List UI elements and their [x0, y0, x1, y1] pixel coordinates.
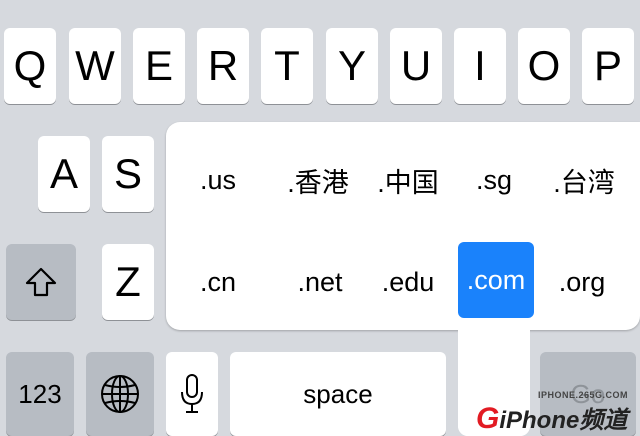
- space-key-label: space: [303, 379, 373, 409]
- key-q[interactable]: Q: [4, 28, 56, 104]
- domain-option-sg[interactable]: .sg: [456, 142, 532, 218]
- key-label: O: [527, 42, 561, 89]
- globe-icon: [99, 373, 141, 415]
- domain-option-net[interactable]: .net: [282, 244, 358, 320]
- key-w[interactable]: W: [69, 28, 121, 104]
- domain-option-org[interactable]: .org: [544, 244, 620, 320]
- domain-option-label: .com: [466, 264, 526, 295]
- key-label: Y: [337, 42, 366, 89]
- key-e[interactable]: E: [133, 28, 185, 104]
- domain-option-label: .sg: [475, 164, 513, 195]
- shift-key[interactable]: [6, 244, 76, 320]
- domain-option-edu[interactable]: .edu: [370, 244, 446, 320]
- domain-option-us[interactable]: .us: [180, 142, 256, 218]
- key-t[interactable]: T: [261, 28, 313, 104]
- domain-option-label: .edu: [381, 266, 435, 297]
- key-a[interactable]: A: [38, 136, 90, 212]
- domain-option-label: .中国: [377, 167, 439, 198]
- domain-option-com-selected[interactable]: .com: [458, 242, 534, 318]
- key-p[interactable]: P: [582, 28, 634, 104]
- microphone-icon: [179, 372, 205, 416]
- keyboard: Q W E R T Y U I O P A S Z 123 space Go .…: [0, 0, 640, 436]
- key-z[interactable]: Z: [102, 244, 154, 320]
- key-label: R: [207, 42, 239, 89]
- dictation-key[interactable]: [166, 352, 218, 436]
- key-r[interactable]: R: [197, 28, 249, 104]
- domain-option-label: .cn: [199, 266, 237, 297]
- domain-option-label: .net: [297, 266, 343, 297]
- key-s[interactable]: S: [102, 136, 154, 212]
- key-label: T: [274, 42, 300, 89]
- domain-option-label: .org: [558, 266, 606, 297]
- numbers-key[interactable]: 123: [6, 352, 74, 436]
- numbers-key-label: 123: [18, 379, 62, 409]
- domain-option-label: .香港: [287, 167, 349, 198]
- key-label: W: [75, 42, 115, 89]
- watermark: IPHONE.265G.COM GiPhone频道: [472, 388, 636, 436]
- domain-option-label: .us: [199, 164, 237, 195]
- key-y[interactable]: Y: [326, 28, 378, 104]
- domain-option-label: .台湾: [553, 167, 615, 198]
- key-label: U: [400, 42, 432, 89]
- domain-option-cn-zh[interactable]: .中国: [370, 142, 446, 218]
- key-o[interactable]: O: [518, 28, 570, 104]
- key-label: Z: [115, 258, 141, 305]
- shift-icon: [24, 266, 58, 298]
- key-label: S: [113, 150, 142, 197]
- domain-option-tw[interactable]: .台湾: [546, 142, 622, 218]
- domain-option-cn[interactable]: .cn: [180, 244, 256, 320]
- watermark-brand-g: G: [476, 402, 500, 435]
- watermark-brand: GiPhone频道: [476, 400, 627, 436]
- key-i[interactable]: I: [454, 28, 506, 104]
- watermark-url: IPHONE.265G.COM: [537, 390, 628, 400]
- key-label: Q: [13, 42, 47, 89]
- domain-option-hk[interactable]: .香港: [280, 142, 356, 218]
- key-label: I: [474, 42, 486, 89]
- space-key[interactable]: space: [230, 352, 446, 436]
- key-label: E: [144, 42, 173, 89]
- key-label: A: [49, 150, 78, 197]
- globe-key[interactable]: [86, 352, 154, 436]
- key-label: P: [593, 42, 622, 89]
- watermark-brand-text: iPhone频道: [499, 407, 628, 434]
- key-u[interactable]: U: [390, 28, 442, 104]
